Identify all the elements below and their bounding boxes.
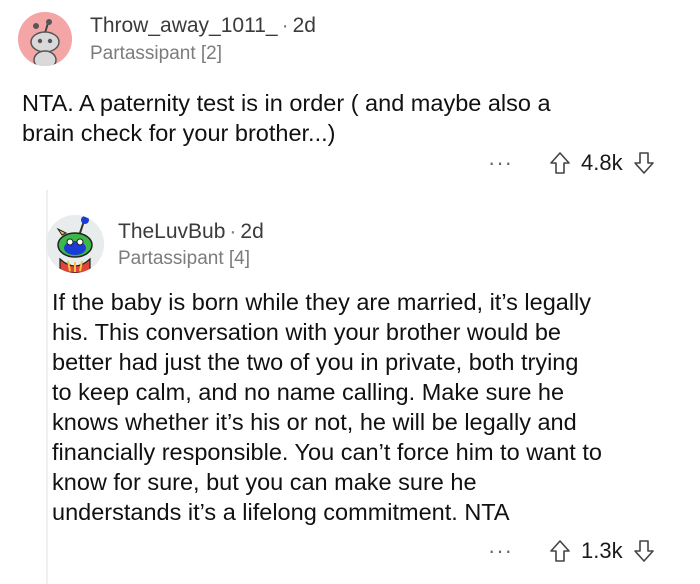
upvote-arrow-icon[interactable]	[549, 151, 571, 175]
username-text[interactable]: Throw_away_1011_	[90, 14, 278, 37]
comment-actions: ··· 1.3k	[488, 538, 655, 564]
username-text[interactable]: TheLuvBub	[118, 220, 225, 243]
snoo-avatar-icon	[46, 215, 104, 273]
comment-body: If the baby is born while they are marri…	[52, 287, 692, 527]
snoo-avatar-icon	[18, 12, 72, 66]
separator-dot: ·	[281, 14, 289, 37]
comment-body: NTA. A paternity test is in order ( and …	[22, 88, 692, 148]
comment-age: 2d	[292, 14, 316, 37]
comment-author[interactable]: TheLuvBub · 2d	[118, 220, 264, 244]
comment-author[interactable]: Throw_away_1011_ · 2d	[90, 14, 316, 38]
vote-score: 1.3k	[580, 538, 623, 563]
comment-line: financially responsible. You can’t force…	[52, 439, 602, 465]
downvote-arrow-icon[interactable]	[633, 151, 655, 175]
upvote-arrow-icon[interactable]	[549, 539, 571, 563]
comment-line: If the baby is born while they are marri…	[52, 289, 592, 315]
more-options-button[interactable]: ···	[488, 540, 513, 562]
vote-score: 4.8k	[580, 150, 623, 175]
comment-age: 2d	[240, 220, 264, 243]
comment-actions: ··· 4.8k	[488, 150, 655, 176]
avatar[interactable]	[46, 215, 104, 273]
user-flair: Partassipant [2]	[90, 43, 223, 64]
comment-line: know for sure, but you can make sure he	[52, 469, 477, 495]
comment-line: his. This conversation with your brother…	[52, 319, 561, 345]
comment-line: better had just the two of you in privat…	[52, 349, 579, 375]
comment-line: knows whether it’s his or not, he will b…	[52, 409, 577, 435]
separator-dot: ·	[229, 220, 237, 243]
downvote-arrow-icon[interactable]	[633, 539, 655, 563]
comment-line: to keep calm, and no name calling. Make …	[52, 379, 565, 405]
avatar[interactable]	[18, 12, 72, 66]
comment-line: brain check for your brother...)	[22, 120, 336, 146]
comment-line: NTA. A paternity test is in order ( and …	[22, 90, 551, 116]
user-flair: Partassipant [4]	[118, 248, 251, 269]
more-options-button[interactable]: ···	[488, 152, 513, 174]
comment-line: understands it’s a lifelong commitment. …	[52, 499, 510, 525]
